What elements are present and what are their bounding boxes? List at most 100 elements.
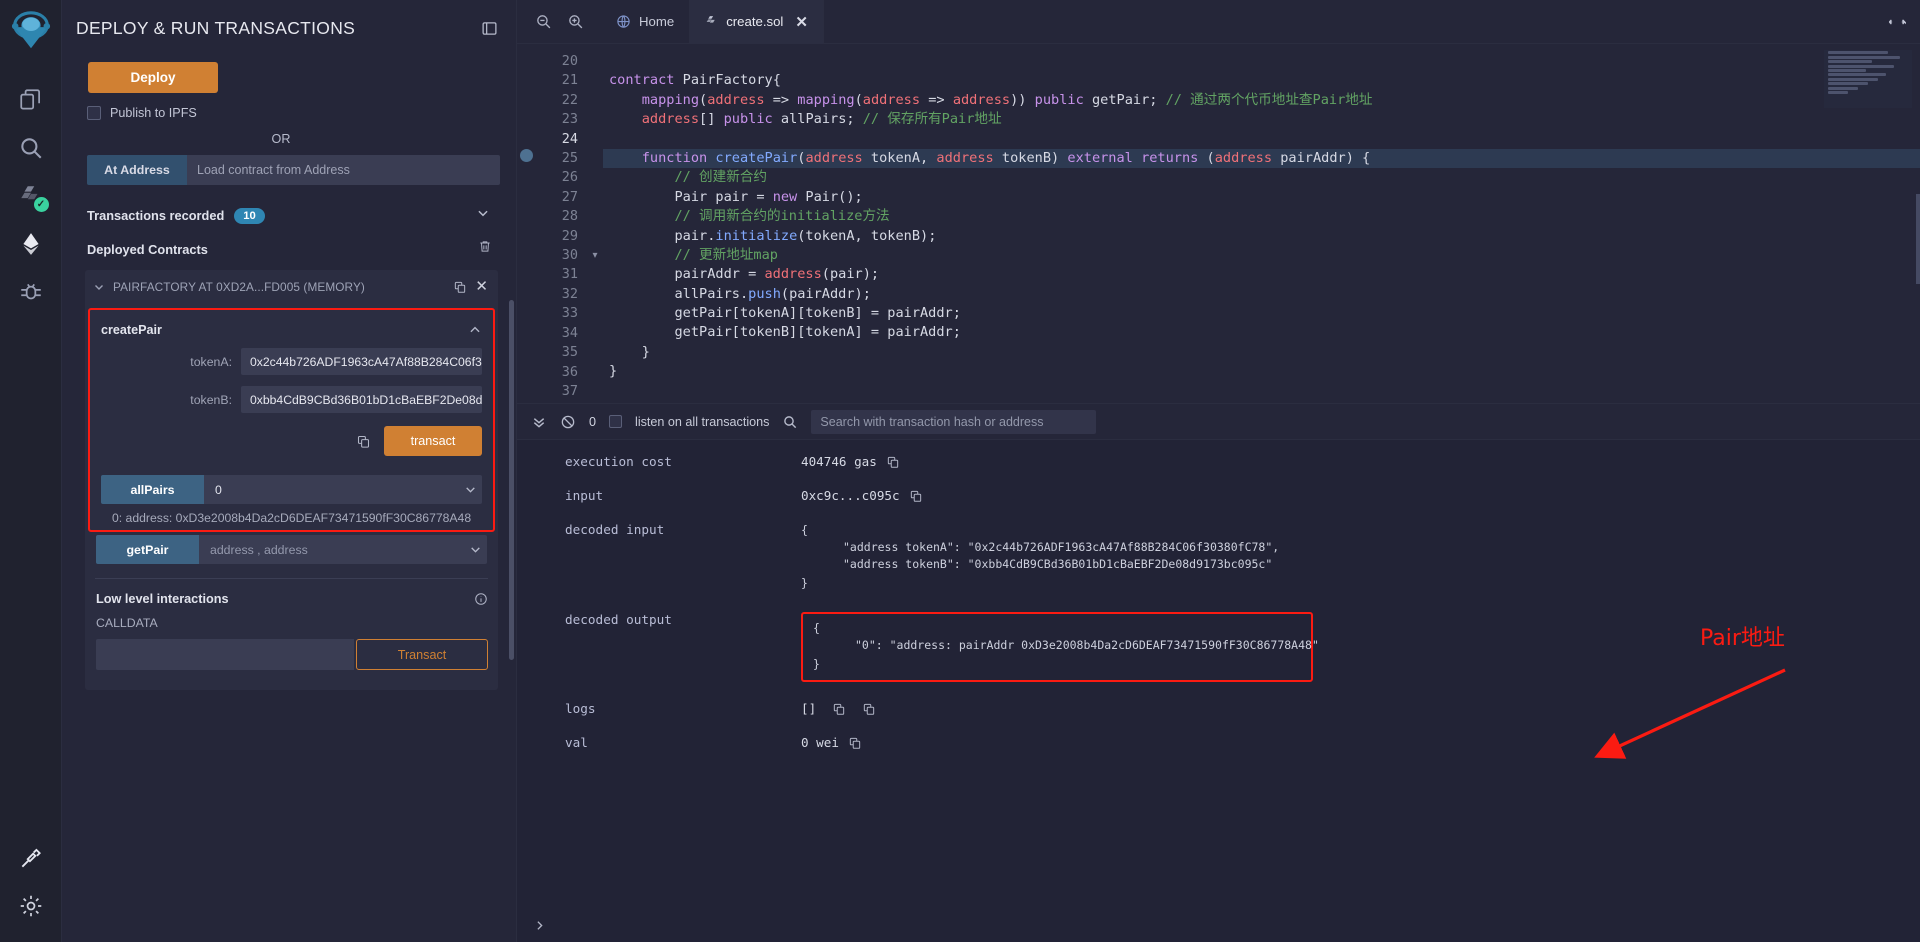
copy-icon[interactable] — [862, 702, 876, 716]
at-address-input[interactable] — [187, 155, 500, 185]
left-panel-scrollbar[interactable] — [509, 300, 514, 660]
chevron-down-icon[interactable] — [93, 281, 105, 293]
code-line[interactable]: allPairs.push(pairAddr); — [603, 285, 1920, 304]
settings-icon[interactable] — [8, 882, 54, 930]
editor-minimap[interactable] — [1824, 50, 1912, 108]
listen-all-transactions-checkbox[interactable] — [609, 415, 622, 428]
copy-icon[interactable] — [909, 489, 923, 503]
fold-marker[interactable] — [587, 324, 603, 343]
fold-gutter[interactable]: ▾ — [587, 44, 603, 403]
execution-cost-value-group: 404746 gas — [801, 454, 900, 469]
create-pair-transact-button[interactable]: transact — [384, 426, 482, 456]
contract-card-header[interactable]: PAIRFACTORY AT 0XD2A...FD005 (MEMORY) ✕ — [85, 270, 498, 303]
code-line[interactable]: // 更新地址map — [603, 246, 1920, 265]
fold-marker[interactable] — [587, 188, 603, 207]
at-address-button[interactable]: At Address — [87, 155, 187, 185]
code-line[interactable]: pair.initialize(tokenA, tokenB); — [603, 227, 1920, 246]
code-line[interactable]: contract PairFactory{ — [603, 71, 1920, 90]
get-pair-input[interactable] — [199, 535, 463, 564]
code-line[interactable]: address[] public allPairs; // 保存所有Pair地址 — [603, 110, 1920, 129]
search-icon[interactable] — [782, 414, 798, 430]
code-line[interactable]: Pair pair = new Pair(); — [603, 188, 1920, 207]
fold-marker[interactable] — [587, 207, 603, 226]
copy-icon[interactable] — [848, 736, 862, 750]
expand-horizontal-icon[interactable] — [1888, 15, 1920, 29]
all-pairs-button[interactable]: allPairs — [101, 475, 204, 504]
clear-console-icon[interactable] — [560, 414, 576, 430]
close-icon[interactable]: ✕ — [795, 13, 808, 31]
deploy-run-icon[interactable] — [8, 220, 54, 268]
code-line[interactable]: pairAddr = address(pair); — [603, 265, 1920, 284]
publish-ipfs-checkbox[interactable] — [87, 106, 101, 120]
chevron-down-icon[interactable] — [458, 475, 482, 504]
search-icon[interactable] — [8, 124, 54, 172]
remix-logo-icon — [8, 8, 54, 54]
code-line[interactable]: function createPair(address tokenA, addr… — [603, 149, 1920, 168]
info-icon[interactable] — [474, 592, 488, 606]
code-line[interactable] — [603, 52, 1920, 71]
deployed-contracts-row: Deployed Contracts — [87, 239, 500, 259]
deploy-button[interactable]: Deploy — [88, 62, 218, 93]
decoded-input-open: { — [801, 522, 1279, 539]
trash-icon[interactable] — [478, 239, 492, 259]
chevrons-down-icon[interactable] — [531, 414, 547, 430]
code-line[interactable]: // 调用新合约的initialize方法 — [603, 207, 1920, 226]
fold-marker[interactable] — [587, 52, 603, 71]
code-line[interactable]: // 创建新合约 — [603, 168, 1920, 187]
code-line[interactable]: getPair[tokenB][tokenA] = pairAddr; — [603, 323, 1920, 342]
breakpoint-marker-icon[interactable] — [520, 149, 533, 162]
copy-icon[interactable] — [886, 455, 900, 469]
param-input-tokenA[interactable] — [241, 348, 482, 375]
get-pair-button[interactable]: getPair — [96, 535, 199, 564]
chevron-up-icon[interactable] — [468, 323, 482, 337]
zoom-out-icon[interactable] — [527, 13, 559, 30]
param-input-tokenB[interactable] — [241, 386, 482, 413]
code-content[interactable]: contract PairFactory{ mapping(address =>… — [603, 44, 1920, 403]
expand-terminal-icon[interactable] — [533, 919, 546, 932]
copy-calldata-icon[interactable] — [356, 434, 371, 449]
fold-marker[interactable] — [587, 285, 603, 304]
fold-marker[interactable]: ▾ — [587, 246, 603, 265]
fold-marker[interactable] — [587, 91, 603, 110]
listen-all-transactions-label: listen on all transactions — [635, 415, 769, 429]
breakpoint-gutter[interactable] — [517, 44, 535, 403]
chevron-down-icon[interactable] — [476, 206, 490, 225]
fold-marker[interactable] — [587, 304, 603, 323]
plugin-manager-icon[interactable] — [8, 834, 54, 882]
fold-marker[interactable] — [587, 130, 603, 149]
debugger-icon[interactable] — [8, 268, 54, 316]
tab-home[interactable]: Home — [601, 0, 690, 44]
calldata-input[interactable] — [96, 639, 354, 670]
fold-marker[interactable] — [587, 71, 603, 90]
fold-marker[interactable] — [587, 343, 603, 362]
code-line[interactable]: } — [603, 362, 1920, 381]
fold-marker[interactable] — [587, 265, 603, 284]
file-explorer-icon[interactable] — [8, 76, 54, 124]
solidity-compiler-icon[interactable]: ✓ — [8, 172, 54, 220]
low-level-transact-button[interactable]: Transact — [356, 639, 488, 670]
zoom-in-icon[interactable] — [559, 13, 591, 30]
fold-marker[interactable] — [587, 149, 603, 168]
code-editor[interactable]: 202122232425262728293031323334353637 ▾ c… — [517, 44, 1920, 404]
fold-marker[interactable] — [587, 110, 603, 129]
all-pairs-input[interactable] — [204, 475, 458, 504]
copy-icon[interactable] — [832, 702, 846, 716]
editor-vertical-scrollbar[interactable] — [1916, 194, 1920, 284]
panel-docs-icon[interactable] — [481, 20, 498, 42]
code-line[interactable] — [603, 130, 1920, 149]
fold-marker[interactable] — [587, 227, 603, 246]
fold-marker[interactable] — [587, 168, 603, 187]
code-line[interactable]: } — [603, 343, 1920, 362]
fold-marker[interactable] — [587, 363, 603, 382]
tab-create-sol[interactable]: create.sol ✕ — [690, 0, 824, 44]
fold-marker[interactable] — [587, 382, 603, 401]
chevron-down-icon[interactable] — [463, 535, 487, 564]
transactions-recorded-row[interactable]: Transactions recorded 10 — [87, 206, 500, 225]
terminal-search-input[interactable] — [811, 410, 1096, 434]
code-line[interactable] — [603, 382, 1920, 401]
line-number: 20 — [535, 52, 578, 71]
code-line[interactable]: mapping(address => mapping(address => ad… — [603, 91, 1920, 110]
copy-icon[interactable] — [453, 280, 467, 294]
code-line[interactable]: getPair[tokenA][tokenB] = pairAddr; — [603, 304, 1920, 323]
close-icon[interactable]: ✕ — [475, 279, 488, 294]
